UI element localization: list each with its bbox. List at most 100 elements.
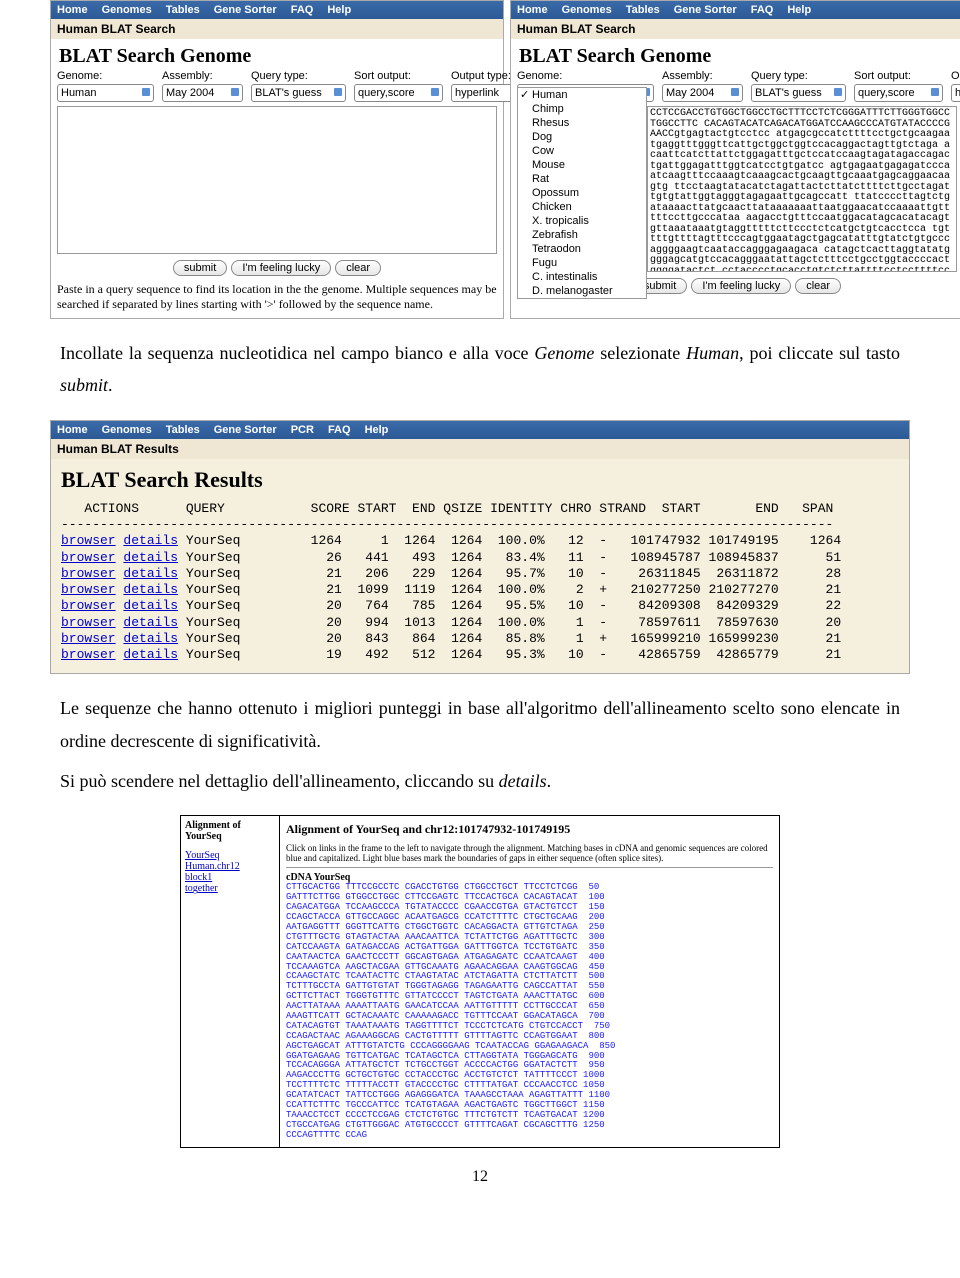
blat-search-panel-right: Home Genomes Tables Gene Sorter FAQ Help… — [510, 0, 960, 319]
nav-genomes-3[interactable]: Genomes — [102, 424, 152, 436]
species-option[interactable]: Rhesus — [518, 116, 646, 130]
paragraph-3: Si può scendere nel dettaglio dell'allin… — [60, 765, 900, 797]
species-option[interactable]: Rat — [518, 172, 646, 186]
browser-link[interactable]: browser — [61, 550, 116, 565]
query-label: Query type: — [251, 70, 346, 82]
results-table: ACTIONS QUERY SCORE START END QSIZE IDEN… — [51, 501, 909, 674]
nav-genomes-2[interactable]: Genomes — [562, 4, 612, 16]
browser-link[interactable]: browser — [61, 615, 116, 630]
blat-search-panel-left: Home Genomes Tables Gene Sorter FAQ Help… — [50, 0, 504, 319]
nav-bar: Home Genomes Tables Gene Sorter FAQ Help — [51, 1, 503, 19]
nav-tables-2[interactable]: Tables — [626, 4, 660, 16]
species-option[interactable]: Cow — [518, 144, 646, 158]
sort-select[interactable]: query,score — [354, 84, 443, 102]
paragraph-2: Le sequenze che hanno ottenuto i miglior… — [60, 692, 900, 757]
species-option[interactable]: Opossum — [518, 186, 646, 200]
sort-label: Sort output: — [354, 70, 443, 82]
species-option[interactable]: Fugu — [518, 256, 646, 270]
browser-link[interactable]: browser — [61, 566, 116, 581]
alignment-link[interactable]: Human.chr12 — [185, 861, 275, 872]
paragraph-1: Incollate la sequenza nucleotidica nel c… — [60, 337, 900, 402]
species-option[interactable]: Dog — [518, 130, 646, 144]
species-option[interactable]: D. melanogaster — [518, 284, 646, 298]
species-option[interactable]: C. intestinalis — [518, 270, 646, 284]
lucky-button-2[interactable]: I'm feeling lucky — [691, 278, 791, 294]
nav-home-3[interactable]: Home — [57, 424, 88, 436]
results-subhead: Human BLAT Results — [51, 439, 909, 459]
browser-link[interactable]: browser — [61, 582, 116, 597]
nav-sorter-3[interactable]: Gene Sorter — [214, 424, 277, 436]
submit-button[interactable]: submit — [173, 260, 227, 276]
browser-link[interactable]: browser — [61, 598, 116, 613]
species-option[interactable]: Zebrafish — [518, 228, 646, 242]
species-option[interactable]: Chimp — [518, 102, 646, 116]
species-option[interactable]: Tetraodon — [518, 242, 646, 256]
alignment-panel: Alignment of YourSeq YourSeqHuman.chr12b… — [180, 815, 780, 1147]
nav-faq-2[interactable]: FAQ — [751, 4, 774, 16]
nav-faq[interactable]: FAQ — [291, 4, 314, 16]
output-label-2: Output type: — [951, 70, 960, 82]
nav-sorter[interactable]: Gene Sorter — [214, 4, 277, 16]
nav-tables[interactable]: Tables — [166, 4, 200, 16]
panel-title: BLAT Search Genome — [51, 39, 503, 70]
nav-help-2[interactable]: Help — [787, 4, 811, 16]
nav-genomes[interactable]: Genomes — [102, 4, 152, 16]
nav-home-2[interactable]: Home — [517, 4, 548, 16]
nav-help[interactable]: Help — [327, 4, 351, 16]
alignment-note: Click on links in the frame to the left … — [286, 843, 773, 863]
species-option[interactable]: Mouse — [518, 158, 646, 172]
nav-pcr[interactable]: PCR — [291, 424, 314, 436]
genome-select[interactable]: Human — [57, 84, 154, 102]
nav-faq-3[interactable]: FAQ — [328, 424, 351, 436]
nav-sorter-2[interactable]: Gene Sorter — [674, 4, 737, 16]
query-select-2[interactable]: BLAT's guess — [751, 84, 846, 102]
page-number: 12 — [50, 1168, 910, 1186]
alignment-heading: Alignment of YourSeq and chr12:101747932… — [286, 822, 773, 837]
sort-label-2: Sort output: — [854, 70, 943, 82]
details-link[interactable]: details — [123, 550, 178, 565]
details-link[interactable]: details — [123, 533, 178, 548]
clear-button[interactable]: clear — [335, 260, 381, 276]
results-title: BLAT Search Results — [51, 459, 909, 501]
blat-results-panel: Home Genomes Tables Gene Sorter PCR FAQ … — [50, 420, 910, 675]
genome-label-2: Genome: — [517, 70, 654, 82]
panel-subhead: Human BLAT Search — [51, 19, 503, 39]
assembly-select[interactable]: May 2004 — [162, 84, 243, 102]
species-option[interactable]: Human — [518, 88, 646, 102]
genome-label: Genome: — [57, 70, 154, 82]
clear-button-2[interactable]: clear — [795, 278, 841, 294]
output-select-2[interactable]: hyperlink — [951, 84, 960, 102]
assembly-label: Assembly: — [162, 70, 243, 82]
panel-title-2: BLAT Search Genome — [511, 39, 960, 70]
species-option[interactable]: Chicken — [518, 200, 646, 214]
assembly-label-2: Assembly: — [662, 70, 743, 82]
panel-subhead-2: Human BLAT Search — [511, 19, 960, 39]
details-link[interactable]: details — [123, 566, 178, 581]
cdna-sequence: CTTGCACTGG TTTCCGCCTC CGACCTGTGG CTGGCCT… — [286, 883, 773, 1140]
nav-home[interactable]: Home — [57, 4, 88, 16]
details-link[interactable]: details — [123, 647, 178, 662]
assembly-select-2[interactable]: May 2004 — [662, 84, 743, 102]
details-link[interactable]: details — [123, 631, 178, 646]
genome-dropdown-menu[interactable]: HumanChimpRhesusDogCowMouseRatOpossumChi… — [517, 87, 647, 299]
results-nav: Home Genomes Tables Gene Sorter PCR FAQ … — [51, 421, 909, 439]
alignment-link[interactable]: YourSeq — [185, 850, 275, 861]
alignment-sidebar: Alignment of YourSeq YourSeqHuman.chr12b… — [181, 816, 280, 1146]
alignment-link[interactable]: block1 — [185, 872, 275, 883]
browser-link[interactable]: browser — [61, 647, 116, 662]
details-link[interactable]: details — [123, 582, 178, 597]
sort-select-2[interactable]: query,score — [854, 84, 943, 102]
query-label-2: Query type: — [751, 70, 846, 82]
details-link[interactable]: details — [123, 615, 178, 630]
sequence-textarea[interactable] — [57, 106, 497, 254]
browser-link[interactable]: browser — [61, 631, 116, 646]
species-option[interactable]: X. tropicalis — [518, 214, 646, 228]
details-link[interactable]: details — [123, 598, 178, 613]
lucky-button[interactable]: I'm feeling lucky — [231, 260, 331, 276]
nav-tables-3[interactable]: Tables — [166, 424, 200, 436]
nav-help-3[interactable]: Help — [365, 424, 389, 436]
query-select[interactable]: BLAT's guess — [251, 84, 346, 102]
browser-link[interactable]: browser — [61, 533, 116, 548]
sequence-textarea-filled[interactable]: CCTCCGACCTGTGGCTGGCCTGCTTTCCTCTCGGGATTTC… — [647, 106, 957, 272]
alignment-link[interactable]: together — [185, 883, 275, 894]
